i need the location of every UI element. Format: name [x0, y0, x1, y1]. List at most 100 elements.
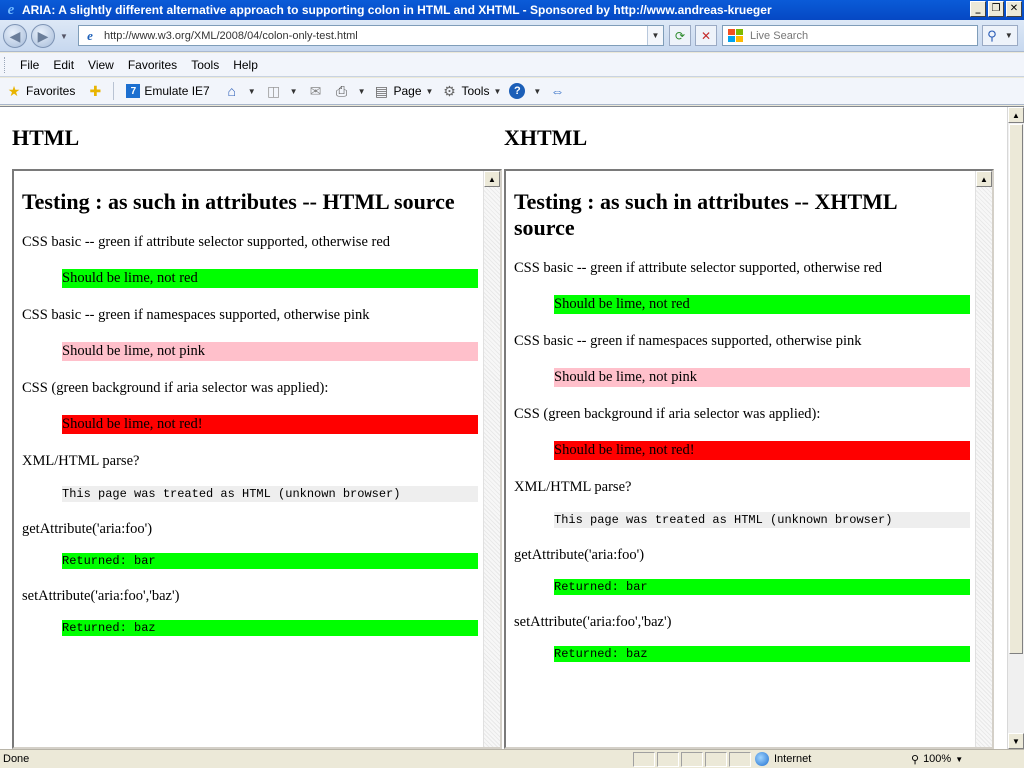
- page-label: Page: [393, 84, 422, 98]
- page-menu-button[interactable]: ▤ Page ▼: [374, 83, 434, 99]
- test-result: Returned: bar: [554, 579, 970, 595]
- gear-icon: ⚙: [443, 82, 456, 99]
- status-cell: [657, 751, 679, 767]
- chevron-down-icon[interactable]: ▼: [955, 755, 963, 764]
- test-label: XML/HTML parse?: [22, 453, 140, 469]
- mail-icon: ✉: [309, 82, 322, 99]
- test-label: setAttribute('aria:foo','baz'): [514, 614, 672, 630]
- xhtml-test-frame[interactable]: Testing : as such in attributes -- XHTML…: [504, 169, 994, 749]
- help-button[interactable]: ? ▼: [509, 83, 541, 99]
- menu-tools[interactable]: Tools: [191, 58, 219, 72]
- recent-pages-dropdown[interactable]: ▼: [60, 32, 68, 41]
- status-cell: [681, 751, 703, 767]
- page-content: HTML XHTML Testing : as such in attribut…: [0, 106, 1024, 749]
- address-dropdown[interactable]: ▼: [647, 26, 663, 45]
- search-button[interactable]: ⚲ ▼: [982, 25, 1018, 46]
- test-label: CSS basic -- green if namespaces support…: [22, 307, 370, 323]
- test-result: Returned: baz: [554, 646, 970, 662]
- frame-scrollbar[interactable]: ▲: [483, 171, 500, 747]
- html-test-frame[interactable]: Testing : as such in attributes -- HTML …: [12, 169, 502, 749]
- home-button[interactable]: ⌂ ▼: [224, 83, 256, 99]
- refresh-button[interactable]: ⟳: [669, 25, 691, 46]
- menu-favorites[interactable]: Favorites: [128, 58, 177, 72]
- frame-scrollbar[interactable]: ▲: [975, 171, 992, 747]
- scroll-up-arrow-icon[interactable]: ▲: [484, 171, 500, 187]
- search-options-icon[interactable]: ▼: [1005, 31, 1013, 40]
- mail-button[interactable]: ✉: [308, 83, 328, 99]
- search-input[interactable]: Live Search: [722, 25, 978, 46]
- search-placeholder: Live Search: [750, 29, 809, 42]
- frame-title: Testing : as such in attributes -- HTML …: [22, 189, 455, 214]
- favorites-label: Favorites: [26, 84, 76, 98]
- emulate-label: Emulate IE7: [144, 84, 210, 98]
- window-controls: _ ❐ ✕: [970, 1, 1022, 17]
- favorites-button[interactable]: ★ Favorites: [6, 83, 76, 99]
- menu-file[interactable]: File: [20, 58, 39, 72]
- test-result: Returned: bar: [62, 553, 478, 569]
- research-button[interactable]: ⇔: [549, 83, 569, 99]
- test-label: getAttribute('aria:foo'): [514, 547, 645, 563]
- title-bar: e ARIA: A slightly different alternative…: [0, 0, 1024, 20]
- live-search-icon: [728, 28, 744, 43]
- refresh-icon: ⟳: [674, 28, 686, 43]
- frame-body: Testing : as such in attributes -- XHTML…: [506, 171, 976, 747]
- globe-icon: [755, 752, 769, 766]
- test-result: Should be lime, not red!: [554, 441, 970, 460]
- chevron-down-icon[interactable]: ▼: [426, 87, 434, 96]
- menu-edit[interactable]: Edit: [53, 58, 74, 72]
- scrollbar-thumb[interactable]: [1009, 124, 1023, 654]
- feeds-button[interactable]: ◫ ▼: [266, 83, 298, 99]
- emulate-icon: 7: [126, 84, 141, 98]
- scroll-up-arrow-icon[interactable]: ▲: [976, 171, 992, 187]
- address-field[interactable]: e http://www.w3.org/XML/2008/04/colon-on…: [78, 25, 664, 46]
- test-label: setAttribute('aria:foo','baz'): [22, 588, 180, 604]
- page-scrollbar[interactable]: ▲ ▼: [1007, 107, 1024, 749]
- menu-bar: File Edit View Favorites Tools Help: [0, 53, 1024, 77]
- status-bar: Done Internet ⚲ 100% ▼: [0, 749, 1024, 768]
- emulate-ie7-button[interactable]: 7 Emulate IE7: [126, 84, 210, 98]
- tools-label: Tools: [461, 84, 490, 98]
- forward-button[interactable]: ▶: [31, 24, 55, 48]
- window-title: ARIA: A slightly different alternative a…: [22, 3, 772, 17]
- restore-button[interactable]: ❐: [988, 1, 1004, 17]
- chevron-down-icon[interactable]: ▼: [533, 87, 541, 96]
- page-icon: e: [87, 27, 93, 43]
- rss-icon: ◫: [267, 82, 281, 99]
- chevron-down-icon[interactable]: ▼: [290, 87, 298, 96]
- test-result: This page was treated as HTML (unknown b…: [62, 486, 478, 502]
- close-button[interactable]: ✕: [1006, 1, 1022, 17]
- status-text: Done: [3, 753, 30, 765]
- test-label: getAttribute('aria:foo'): [22, 521, 153, 537]
- zoom-control[interactable]: ⚲ 100% ▼: [911, 753, 963, 766]
- stop-button[interactable]: ✕: [695, 25, 717, 46]
- back-arrow-icon: ◀: [9, 27, 21, 44]
- status-cell: [729, 751, 751, 767]
- test-label: CSS (green background if aria selector w…: [22, 380, 329, 396]
- status-cell: [705, 751, 727, 767]
- zone-label: Internet: [774, 753, 812, 765]
- print-button[interactable]: ⎙ ▼: [334, 83, 366, 99]
- test-result: Should be lime, not red: [62, 269, 478, 288]
- frame-title: Testing : as such in attributes -- XHTML…: [514, 189, 897, 240]
- magnifier-icon: ⚲: [987, 27, 997, 43]
- chevron-down-icon[interactable]: ▼: [358, 87, 366, 96]
- scroll-up-arrow-icon[interactable]: ▲: [1008, 107, 1024, 123]
- minimize-button[interactable]: _: [970, 1, 986, 17]
- security-zone[interactable]: Internet: [755, 752, 905, 766]
- tools-menu-button[interactable]: ⚙ Tools ▼: [441, 83, 501, 99]
- add-favorites-button[interactable]: ✚: [87, 83, 107, 99]
- back-button[interactable]: ◀: [3, 24, 27, 48]
- address-toolbar: ◀ ▶ ▼ e http://www.w3.org/XML/2008/04/co…: [0, 20, 1024, 52]
- toolbar-grip: [4, 56, 7, 73]
- chevron-down-icon[interactable]: ▼: [248, 87, 256, 96]
- scroll-down-arrow-icon[interactable]: ▼: [1008, 733, 1024, 749]
- test-label: CSS basic -- green if attribute selector…: [514, 260, 883, 276]
- frame-body: Testing : as such in attributes -- HTML …: [14, 171, 484, 747]
- stop-icon: ✕: [700, 28, 712, 43]
- menu-help[interactable]: Help: [233, 58, 258, 72]
- url-text[interactable]: http://www.w3.org/XML/2008/04/colon-only…: [104, 30, 358, 42]
- home-icon: ⌂: [227, 83, 236, 99]
- chevron-down-icon[interactable]: ▼: [493, 87, 501, 96]
- menu-view[interactable]: View: [88, 58, 114, 72]
- research-icon: ⇔: [550, 83, 565, 99]
